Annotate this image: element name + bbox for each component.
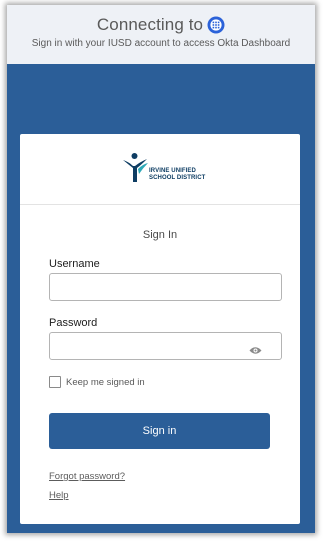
form-title: Sign In [142, 229, 178, 241]
forgot-password-link[interactable]: Forgot password? [49, 471, 125, 482]
okta-sign-in-window: Connecting to Sign in with your IUSD acc… [7, 5, 315, 533]
password-input[interactable] [49, 332, 282, 360]
keep-signed-in-checkbox[interactable] [49, 376, 61, 388]
logo-line-1: IRVINE UNIFIED [149, 168, 196, 174]
header-title: Connecting to [96, 15, 204, 34]
keep-signed-in-label[interactable]: Keep me signed in [66, 377, 145, 388]
username-label: Username [49, 258, 100, 270]
logo-text: IRVINE UNIFIED SCHOOL DISTRICT [149, 168, 205, 182]
irvine-unified-logo-icon [123, 153, 148, 182]
logo-area: IRVINE UNIFIED SCHOOL DISTRICT [20, 134, 300, 205]
sign-in-card: IRVINE UNIFIED SCHOOL DISTRICT Sign In U… [20, 134, 300, 524]
show-password-eye-icon[interactable] [249, 346, 262, 355]
username-input[interactable] [49, 273, 282, 301]
sign-in-button[interactable]: Sign in [49, 413, 270, 449]
connecting-header: Connecting to Sign in with your IUSD acc… [7, 5, 315, 64]
okta-dashboard-icon [207, 16, 225, 34]
header-title-row: Connecting to [7, 14, 315, 36]
logo-line-2: SCHOOL DISTRICT [149, 175, 206, 181]
help-link[interactable]: Help [49, 490, 69, 501]
password-label: Password [49, 317, 98, 329]
header-subtitle: Sign in with your IUSD account to access… [31, 38, 291, 49]
